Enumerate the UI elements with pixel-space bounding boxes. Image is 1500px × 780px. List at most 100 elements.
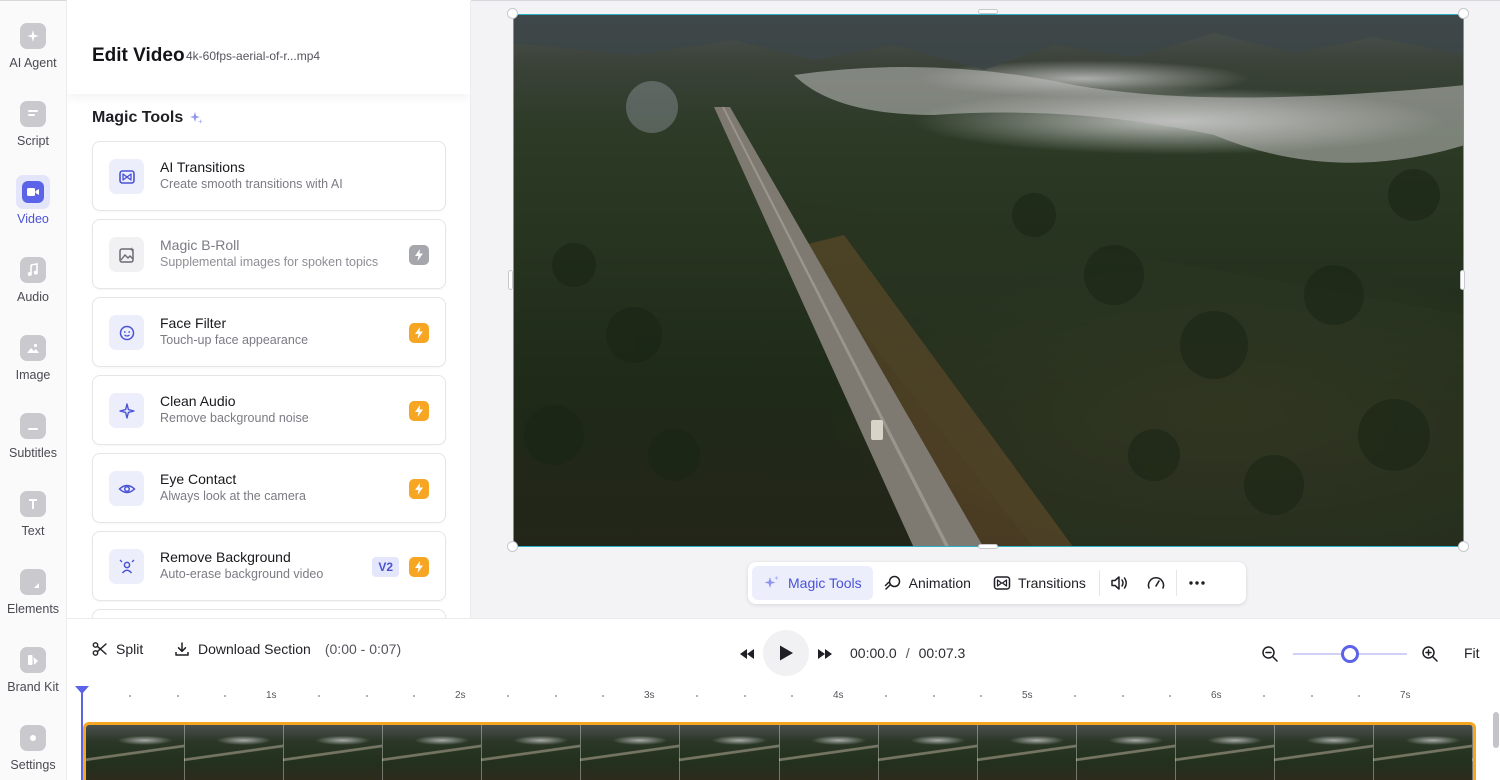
rail-item-settings[interactable]: Settings xyxy=(0,715,66,780)
download-section-button[interactable]: Download Section (0:00 - 0:07) xyxy=(174,641,401,657)
ruler-dot xyxy=(554,695,557,697)
resize-handle-right[interactable] xyxy=(1460,270,1465,290)
edit-video-panel: Edit Video 4k-60fps-aerial-of-r...mp4 Ma… xyxy=(67,1,471,618)
rail-label: AI Agent xyxy=(9,56,57,70)
ruler-dot xyxy=(1074,695,1077,697)
tool-desc: Auto-erase background video xyxy=(160,567,324,581)
ruler-dot xyxy=(1357,695,1360,697)
resize-handle-bottom-right[interactable] xyxy=(1458,541,1469,552)
person-icon xyxy=(109,549,144,584)
tool-name: Clean Audio xyxy=(160,393,236,409)
ruler-tick-label: 1s xyxy=(266,690,277,701)
ruler-tick-label: 3s xyxy=(644,690,655,701)
tool-card-eye-contact[interactable]: Eye Contact Always look at the camera xyxy=(92,453,446,523)
resize-handle-top[interactable] xyxy=(978,9,998,14)
tool-card-clean-audio[interactable]: Clean Audio Remove background noise xyxy=(92,375,446,445)
rail-label: Subtitles xyxy=(9,446,57,460)
tool-desc: Touch-up face appearance xyxy=(160,333,309,347)
toolbar-divider xyxy=(1098,570,1100,596)
ruler-dot xyxy=(885,695,888,697)
image-sparkle-icon xyxy=(109,237,144,272)
timeline-scrollbar[interactable] xyxy=(1493,712,1499,748)
split-button[interactable]: Split xyxy=(92,641,143,657)
playhead[interactable] xyxy=(75,686,89,780)
tool-card-magic-b-roll[interactable]: Magic B-Roll Supplemental images for spo… xyxy=(92,219,446,289)
volume-icon xyxy=(1111,576,1127,590)
rail-item-audio[interactable]: Audio xyxy=(0,247,66,317)
rail-item-elements[interactable]: Elements xyxy=(0,559,66,629)
resize-handle-top-right[interactable] xyxy=(1458,8,1469,19)
rail-item-subtitles[interactable]: Subtitles xyxy=(0,403,66,473)
ruler-dot xyxy=(979,695,982,697)
ruler-tick-label: 6s xyxy=(1211,690,1222,701)
clip-thumbnail xyxy=(581,725,681,780)
video-clip-track[interactable] xyxy=(83,722,1476,780)
panel-header: Edit Video 4k-60fps-aerial-of-r...mp4 xyxy=(67,1,470,94)
clip-thumbnail xyxy=(482,725,582,780)
fast-forward-icon xyxy=(818,649,832,659)
volume-button[interactable] xyxy=(1102,566,1138,600)
magic-tools-button[interactable]: Magic Tools xyxy=(752,566,873,600)
speed-button[interactable] xyxy=(1138,566,1174,600)
clip-thumbnail xyxy=(383,725,483,780)
tool-name: Face Filter xyxy=(160,315,227,331)
shapes-icon xyxy=(20,569,46,595)
tool-desc: Always look at the camera xyxy=(160,489,306,503)
gear-icon xyxy=(20,725,46,751)
more-options-button[interactable] xyxy=(1179,566,1215,600)
rail-label: Audio xyxy=(17,290,49,304)
rail-item-script[interactable]: Script xyxy=(0,91,66,161)
resize-handle-left[interactable] xyxy=(508,270,513,290)
download-icon xyxy=(175,642,189,656)
brand-kit-icon xyxy=(20,647,46,673)
clip-thumbnail xyxy=(1076,725,1176,780)
clip-thumbnail xyxy=(680,725,780,780)
transitions-icon xyxy=(109,159,144,194)
rail-item-image[interactable]: Image xyxy=(0,325,66,395)
animation-button[interactable]: Animation xyxy=(873,566,982,600)
tool-card-remove-background[interactable]: Remove Background Auto-erase background … xyxy=(92,531,446,601)
clip-thumbnail xyxy=(1274,725,1375,780)
left-rail: AI Agent Script Video Audio Image Subtit… xyxy=(0,0,67,780)
fit-button[interactable]: Fit xyxy=(1464,645,1480,661)
video-preview[interactable] xyxy=(513,14,1464,547)
time-display: 00:00.0 / 00:07.3 xyxy=(850,645,965,661)
sparkle-icon xyxy=(764,575,779,588)
current-time: 00:00.0 xyxy=(850,645,897,661)
rail-item-ai-agent[interactable]: AI Agent xyxy=(0,13,66,83)
subtitles-icon xyxy=(20,413,46,439)
download-label: Download Section xyxy=(198,641,311,657)
bolt-icon xyxy=(409,557,429,577)
zoom-slider-handle[interactable] xyxy=(1341,645,1359,663)
resize-handle-top-left[interactable] xyxy=(507,8,518,19)
rewind-button[interactable] xyxy=(737,644,757,664)
bolt-icon xyxy=(409,323,429,343)
resize-handle-bottom[interactable] xyxy=(978,544,998,549)
download-range: (0:00 - 0:07) xyxy=(324,641,402,657)
face-icon xyxy=(109,315,144,350)
image-icon xyxy=(20,335,46,361)
rail-label: Image xyxy=(15,368,51,382)
sparkle-icon xyxy=(20,23,46,49)
rail-label: Text xyxy=(21,524,45,538)
resize-handle-bottom-left[interactable] xyxy=(507,541,518,552)
zoom-in-icon[interactable] xyxy=(1421,645,1439,663)
tool-card-ai-transitions[interactable]: AI Transitions Create smooth transitions… xyxy=(92,141,446,211)
play-button[interactable] xyxy=(763,630,809,676)
rail-item-video[interactable]: Video xyxy=(0,169,66,239)
transitions-icon xyxy=(993,576,1011,590)
tool-desc: Create smooth transitions with AI xyxy=(160,177,343,191)
tool-card-face-filter[interactable]: Face Filter Touch-up face appearance xyxy=(92,297,446,367)
zoom-out-icon[interactable] xyxy=(1261,645,1279,663)
tool-card-partial[interactable] xyxy=(92,609,446,618)
rail-item-text[interactable]: Text xyxy=(0,481,66,551)
timeline[interactable]: 1s 2s 3s 4s 5s 6s 7s xyxy=(67,686,1500,780)
transitions-button[interactable]: Transitions xyxy=(982,566,1097,600)
time-separator: / xyxy=(905,645,910,661)
clip-trim-handle-right[interactable] xyxy=(1457,707,1462,721)
page-title: Edit Video xyxy=(92,45,185,66)
clip-trim-handle-left[interactable] xyxy=(94,707,99,721)
fast-forward-button[interactable] xyxy=(815,644,835,664)
tool-name: Magic B-Roll xyxy=(160,237,240,253)
rail-item-brand-kit[interactable]: Brand Kit xyxy=(0,637,66,707)
